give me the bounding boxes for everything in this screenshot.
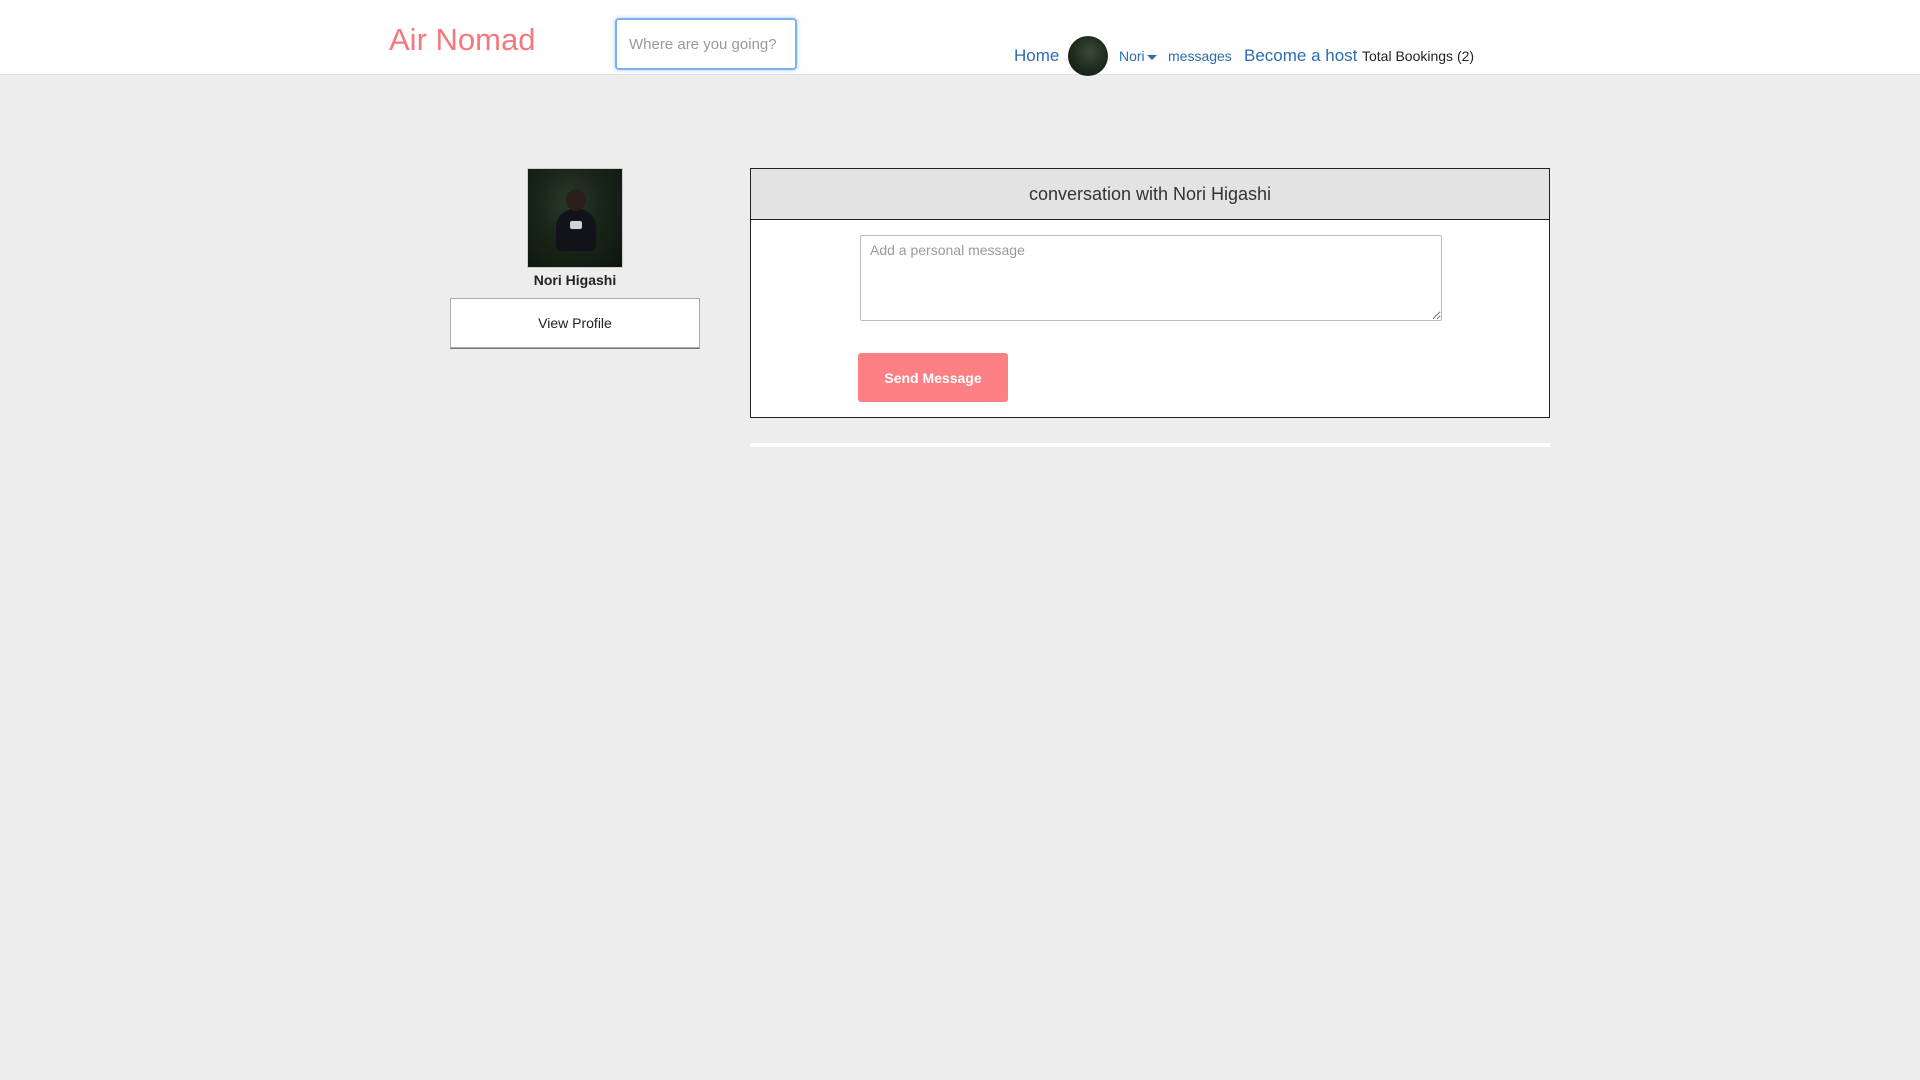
send-message-button[interactable]: Send Message [858,353,1008,402]
view-profile-button[interactable]: View Profile [450,298,700,348]
profile-name: Nori Higashi [533,272,617,288]
profile-sidebar: Nori Higashi View Profile [450,168,700,348]
photo-shirt-graphic [570,221,582,229]
nav-become-host-link[interactable]: Become a host [1244,46,1357,66]
search-input[interactable] [615,18,797,70]
nav-home-link[interactable]: Home [1014,46,1059,66]
photo-figure-head [566,189,586,211]
caret-down-icon [1146,54,1157,60]
profile-photo [527,168,623,268]
user-menu-dropdown[interactable]: Nori [1119,48,1157,64]
conversation-title: conversation with Nori Higashi [751,169,1549,220]
messages-divider [750,443,1550,447]
user-avatar[interactable] [1068,36,1108,76]
photo-figure-body [556,209,596,251]
total-bookings-label: Total Bookings (2) [1362,48,1475,64]
brand-logo-link[interactable]: Air Nomad [389,22,535,58]
personal-message-input[interactable] [860,235,1442,321]
conversation-panel: conversation with Nori Higashi Send Mess… [750,168,1550,418]
nav-messages-link[interactable]: messages [1168,48,1232,64]
top-navbar: Air Nomad Home Nori messages Become a ho… [0,0,1920,76]
user-menu-label: Nori [1119,48,1145,64]
